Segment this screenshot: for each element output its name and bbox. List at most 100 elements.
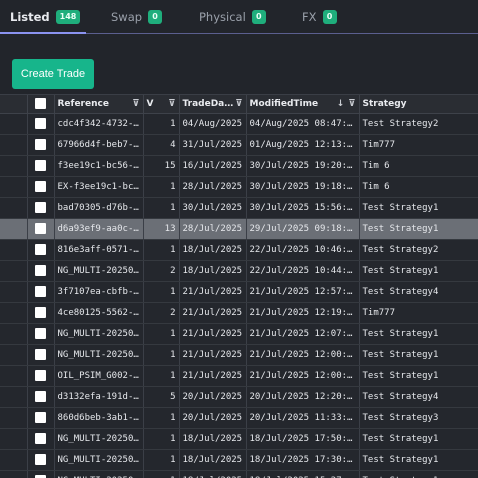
row-checkbox[interactable] — [35, 223, 46, 234]
cell-reference[interactable]: cdc4f342-4732-… — [54, 113, 144, 135]
cell-trade-date[interactable]: 21/Jul/2025 — [179, 323, 247, 345]
filter-icon[interactable]: ⊽ — [132, 99, 139, 109]
cell-trade-date[interactable]: 21/Jul/2025 — [179, 281, 247, 303]
table-row[interactable]: 3f7107ea-cbfb-… 1 21/Jul/2025 21/Jul/2025 1… — [0, 281, 478, 303]
cell-trade-date[interactable]: 18/Jul/2025 — [179, 428, 247, 450]
tab-listed[interactable]: Listed 148 — [0, 0, 87, 34]
row-checkbox[interactable] — [35, 265, 46, 276]
row-gutter-cell[interactable] — [0, 344, 28, 366]
cell-modified-time[interactable]: 30/Jul/2025 15:56:… — [246, 197, 360, 219]
table-row[interactable]: 4ce80125-5562-… 2 21/Jul/2025 21/Jul/2025 1… — [0, 302, 478, 324]
cell-trade-date[interactable]: 31/Jul/2025 — [179, 134, 247, 156]
cell-strategy[interactable]: Test Strategy1 — [359, 218, 478, 240]
cell-modified-time[interactable]: 20/Jul/2025 11:33:… — [246, 407, 360, 429]
table-row[interactable]: NG_MULTI-20250… 1 21/Jul/2025 21/Jul/2025 1… — [0, 344, 478, 366]
cell-trade-date[interactable]: 21/Jul/2025 — [179, 365, 247, 387]
cell-modified-time[interactable]: 21/Jul/2025 12:00:… — [246, 344, 360, 366]
cell-reference[interactable]: NG_MULTI-20250… — [54, 344, 144, 366]
column-header-strategy[interactable]: Strategy — [359, 95, 478, 114]
row-gutter-cell[interactable] — [0, 449, 28, 471]
cell-volume[interactable]: 2 — [143, 260, 180, 282]
create-trade-button[interactable]: Create Trade — [12, 59, 94, 89]
row-gutter-cell[interactable] — [0, 407, 28, 429]
cell-trade-date[interactable]: 21/Jul/2025 — [179, 302, 247, 324]
cell-reference[interactable]: 860d6beb-3ab1-… — [54, 407, 144, 429]
cell-strategy[interactable]: Test Strategy1 — [359, 449, 478, 471]
cell-reference[interactable]: NG_MULTI-20250… — [54, 470, 144, 478]
table-row[interactable]: d3132efa-191d-… 5 20/Jul/2025 20/Jul/2025 1… — [0, 386, 478, 408]
cell-reference[interactable]: NG_MULTI-20250… — [54, 428, 144, 450]
table-row[interactable]: 860d6beb-3ab1-… 1 20/Jul/2025 20/Jul/2025 1… — [0, 407, 478, 429]
row-checkbox[interactable] — [35, 328, 46, 339]
filter-icon[interactable]: ⊽ — [168, 99, 175, 109]
select-all-checkbox[interactable] — [35, 98, 46, 110]
cell-reference[interactable]: bad70305-d76b-… — [54, 197, 144, 219]
tab-swap[interactable]: Swap 0 — [111, 0, 163, 33]
cell-volume[interactable]: 1 — [143, 323, 180, 345]
row-checkbox[interactable] — [35, 244, 46, 255]
cell-modified-time[interactable]: 22/Jul/2025 10:44:… — [246, 260, 360, 282]
cell-reference[interactable]: 67966d4f-beb7-… — [54, 134, 144, 156]
column-header-reference[interactable]: Reference ⊽ — [54, 95, 144, 114]
cell-reference[interactable]: d3132efa-191d-… — [54, 386, 144, 408]
cell-trade-date[interactable]: 16/Jul/2025 — [179, 155, 247, 177]
cell-strategy[interactable]: Test Strategy4 — [359, 386, 478, 408]
cell-strategy[interactable]: Test Strategy1 — [359, 344, 478, 366]
row-checkbox[interactable] — [35, 181, 46, 192]
cell-modified-time[interactable]: 18/Jul/2025 17:50:… — [246, 428, 360, 450]
row-gutter-cell[interactable] — [0, 134, 28, 156]
cell-volume[interactable]: 1 — [143, 197, 180, 219]
cell-reference[interactable]: d6a93ef9-aa0c-… — [54, 218, 144, 240]
cell-modified-time[interactable]: 20/Jul/2025 12:20:… — [246, 386, 360, 408]
cell-modified-time[interactable]: 04/Aug/2025 08:47:… — [246, 113, 360, 135]
row-checkbox[interactable] — [35, 160, 46, 171]
cell-volume[interactable]: 1 — [143, 176, 180, 198]
cell-volume[interactable]: 4 — [143, 134, 180, 156]
table-row[interactable]: 816e3aff-0571-… 1 18/Jul/2025 22/Jul/2025 1… — [0, 239, 478, 261]
cell-volume[interactable]: 13 — [143, 218, 180, 240]
row-gutter-cell[interactable] — [0, 281, 28, 303]
row-gutter-cell[interactable] — [0, 428, 28, 450]
table-row[interactable]: f3ee19c1-bc56-… 15 16/Jul/2025 30/Jul/2025 … — [0, 155, 478, 177]
cell-trade-date[interactable]: 28/Jul/2025 — [179, 176, 247, 198]
cell-trade-date[interactable]: 20/Jul/2025 — [179, 386, 247, 408]
table-row[interactable]: d6a93ef9-aa0c-… 13 28/Jul/2025 29/Jul/2025 … — [0, 218, 478, 240]
cell-modified-time[interactable]: 01/Aug/2025 12:13:… — [246, 134, 360, 156]
row-gutter-cell[interactable] — [0, 197, 28, 219]
cell-volume[interactable]: 1 — [143, 449, 180, 471]
row-checkbox[interactable] — [35, 370, 46, 381]
cell-strategy[interactable]: Test Strategy2 — [359, 239, 478, 261]
cell-strategy[interactable]: Tim777 — [359, 134, 478, 156]
cell-volume[interactable]: 1 — [143, 113, 180, 135]
row-gutter-cell[interactable] — [0, 155, 28, 177]
cell-strategy[interactable]: Test Strategy4 — [359, 281, 478, 303]
table-row[interactable]: NG_MULTI-20250…118/Jul/202518/Jul/2025 1… — [0, 470, 478, 478]
cell-strategy[interactable]: Test Strategy1 — [359, 428, 478, 450]
cell-modified-time[interactable]: 21/Jul/2025 12:00:… — [246, 365, 360, 387]
cell-strategy[interactable]: Tim777 — [359, 302, 478, 324]
row-checkbox[interactable] — [35, 286, 46, 297]
cell-strategy[interactable]: Test Strategy1 — [359, 365, 478, 387]
row-checkbox[interactable] — [35, 454, 46, 465]
cell-strategy[interactable]: Test Strategy1 — [359, 470, 478, 478]
cell-strategy[interactable]: Tim 6 — [359, 176, 478, 198]
row-checkbox[interactable] — [35, 202, 46, 213]
cell-strategy[interactable]: Test Strategy3 — [359, 407, 478, 429]
cell-trade-date[interactable]: 18/Jul/2025 — [179, 449, 247, 471]
cell-trade-date[interactable]: 30/Jul/2025 — [179, 197, 247, 219]
table-row[interactable]: bad70305-d76b-… 1 30/Jul/2025 30/Jul/2025 1… — [0, 197, 478, 219]
row-gutter-cell[interactable] — [0, 386, 28, 408]
table-row[interactable]: NG_MULTI-20250…118/Jul/202518/Jul/2025 1… — [0, 428, 478, 450]
cell-strategy[interactable]: Test Strategy2 — [359, 113, 478, 135]
column-header-modified-time[interactable]: ModifiedTime ↓ ⊽ — [246, 95, 360, 114]
cell-reference[interactable]: OIL_PSIM_G002-… — [54, 365, 144, 387]
row-gutter-cell[interactable] — [0, 113, 28, 135]
cell-reference[interactable]: NG_MULTI-20250… — [54, 449, 144, 471]
cell-volume[interactable]: 1 — [143, 344, 180, 366]
row-gutter-cell[interactable] — [0, 218, 28, 240]
cell-reference[interactable]: 816e3aff-0571-… — [54, 239, 144, 261]
cell-reference[interactable]: 3f7107ea-cbfb-… — [54, 281, 144, 303]
table-row[interactable]: 67966d4f-beb7-… 4 31/Jul/2025 01/Aug/2025 1… — [0, 134, 478, 156]
cell-trade-date[interactable]: 20/Jul/2025 — [179, 407, 247, 429]
cell-trade-date[interactable]: 21/Jul/2025 — [179, 344, 247, 366]
